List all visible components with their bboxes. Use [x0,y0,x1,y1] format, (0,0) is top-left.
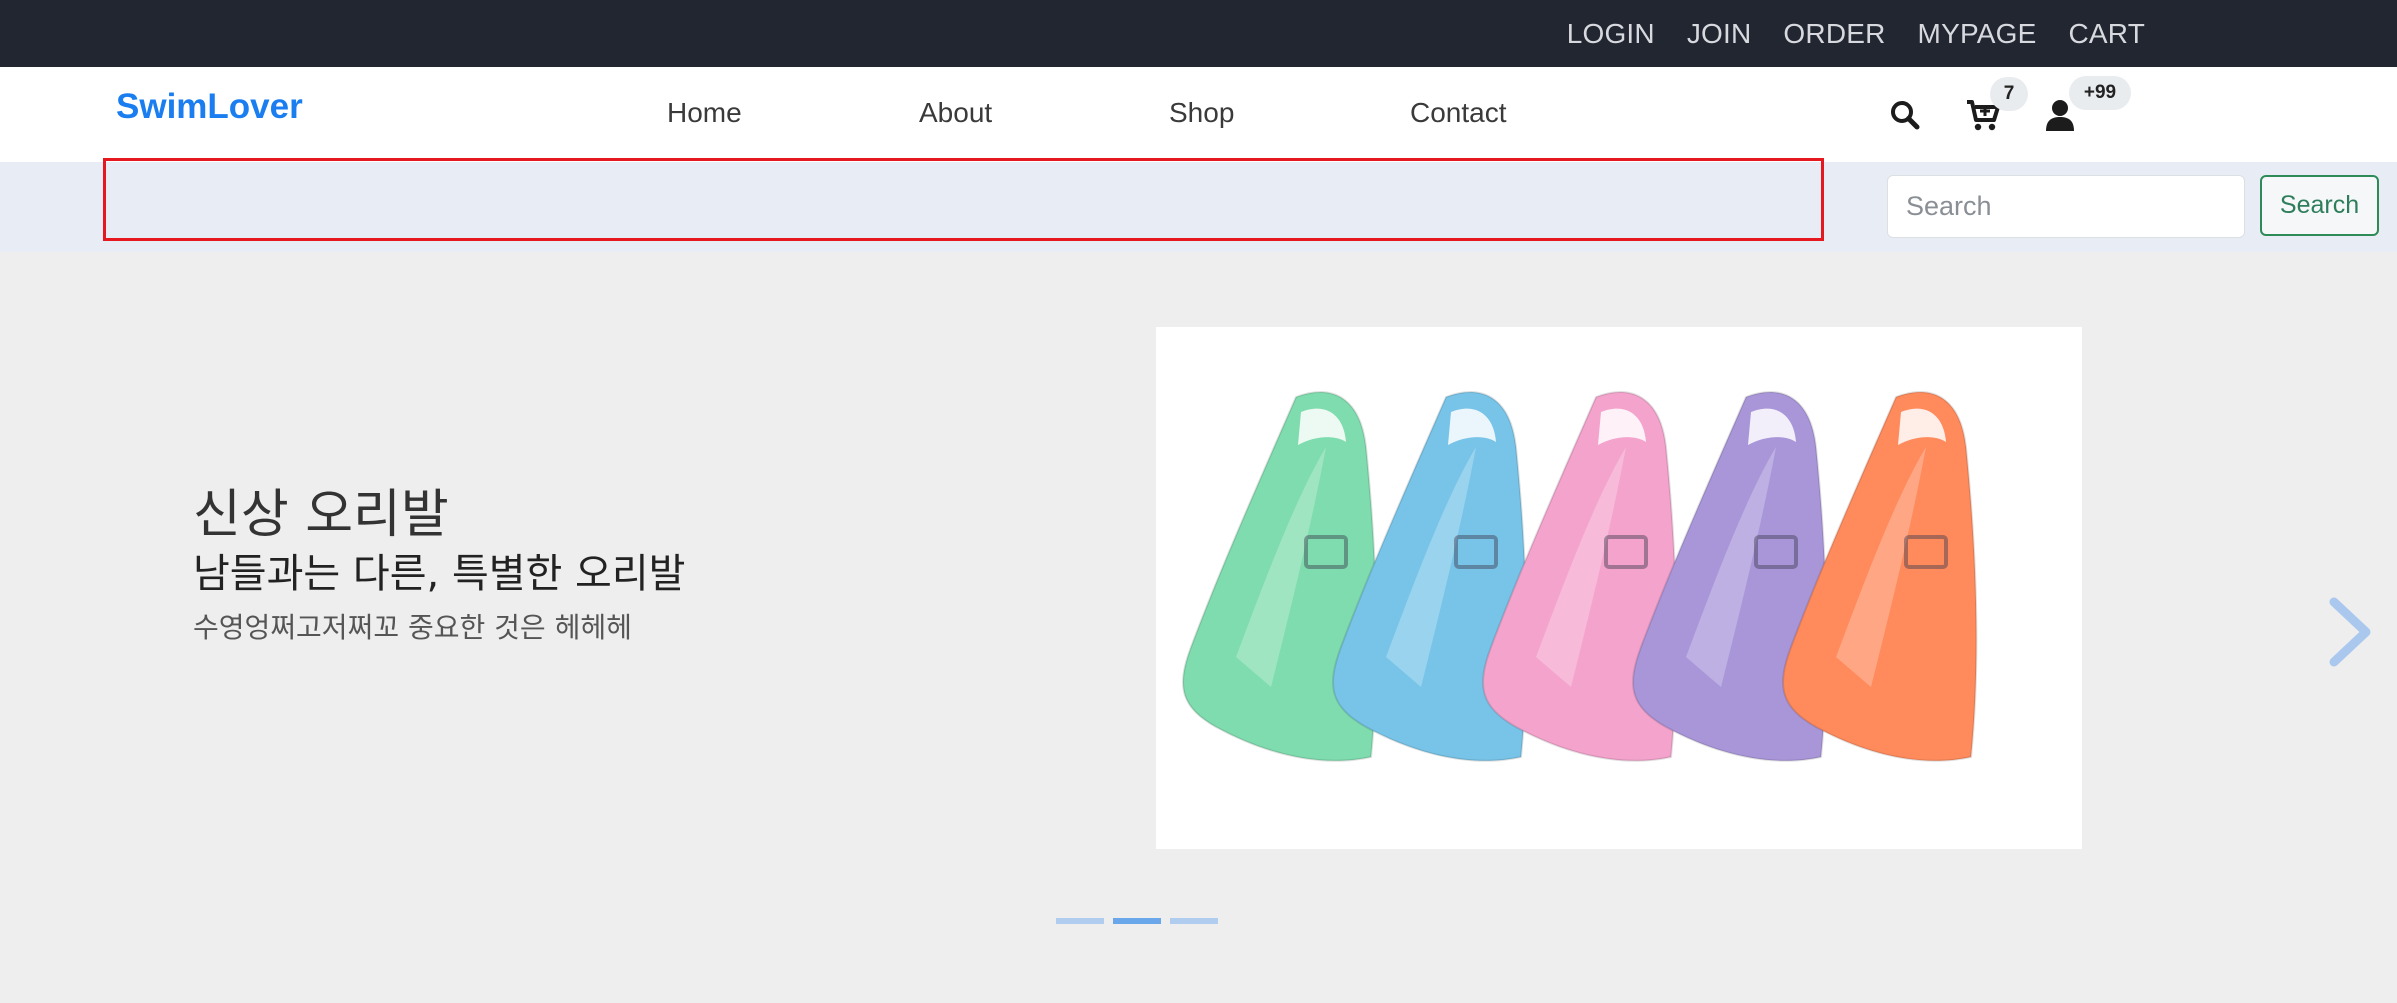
brand-logo[interactable]: SwimLover [116,87,303,127]
highlighted-region [103,158,1824,241]
search-icon[interactable] [1885,95,1925,135]
join-link[interactable]: JOIN [1687,18,1752,50]
nav-item-home[interactable]: Home [667,97,742,129]
hero-caption: 신상 오리발 남들과는 다른, 특별한 오리발 수영엉쩌고저쩌꼬 중요한 것은 … [193,484,685,654]
hero-title: 신상 오리발 [193,485,449,545]
product-image [1156,327,2082,849]
user-notification-badge: +99 [2069,76,2131,110]
top-utility-bar: LOGIN JOIN ORDER MYPAGE CART [0,0,2397,67]
cart-count-badge: 7 [1990,77,2028,111]
hero-description: 수영엉쩌고저쩌꼬 중요한 것은 헤헤헤 [193,611,632,644]
utility-links: LOGIN JOIN ORDER MYPAGE CART [1535,0,2145,67]
carousel-indicator[interactable] [1056,918,1104,924]
search-input[interactable] [1887,175,2245,238]
nav-item-contact[interactable]: Contact [1410,97,1507,129]
carousel-next-icon[interactable] [2320,592,2380,672]
carousel-indicator[interactable] [1113,918,1161,924]
search-button[interactable]: Search [2260,175,2379,236]
login-link[interactable]: LOGIN [1567,18,1655,50]
main-navbar: SwimLover Home About Shop Contact 7 +99 [0,67,2397,162]
carousel-indicators [1056,918,1227,924]
carousel-indicator[interactable] [1170,918,1218,924]
hero-subtitle: 남들과는 다른, 특별한 오리발 [193,551,686,597]
order-link[interactable]: ORDER [1783,18,1885,50]
mypage-link[interactable]: MYPAGE [1918,18,2037,50]
nav-item-shop[interactable]: Shop [1169,97,1234,129]
swim-fins-illustration [1182,391,1978,762]
hero-carousel: 신상 오리발 남들과는 다른, 특별한 오리발 수영엉쩌고저쩌꼬 중요한 것은 … [0,252,2397,1003]
nav-item-about[interactable]: About [919,97,992,129]
cart-link[interactable]: CART [2068,18,2145,50]
